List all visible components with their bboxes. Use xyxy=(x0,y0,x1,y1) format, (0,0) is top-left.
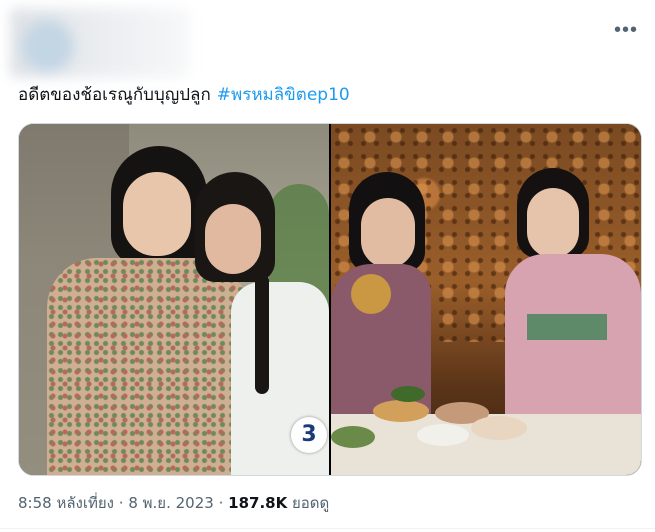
separator-dot-2: · xyxy=(218,494,224,512)
media-grid: 3 xyxy=(18,123,642,476)
author-header-blurred xyxy=(10,8,190,78)
tweet-body: อดีตของช้อเรณูกับบุญปลูก xyxy=(18,85,211,105)
hashtag-link[interactable]: #พรหมลิขิตep10 xyxy=(217,85,350,105)
bowl-5 xyxy=(331,426,375,448)
more-options-icon[interactable]: ••• xyxy=(613,20,639,42)
bowl-3 xyxy=(471,416,527,440)
bowl-4 xyxy=(417,424,469,446)
channel-logo: 3 xyxy=(291,417,327,453)
post-date[interactable]: 8 พ.ย. 2023 xyxy=(128,494,213,512)
photo-left[interactable]: 3 xyxy=(19,124,329,475)
post-time[interactable]: 8:58 หลังเที่ยง xyxy=(18,494,114,512)
face-second xyxy=(205,204,261,274)
braid xyxy=(255,274,269,394)
face-right-woman xyxy=(527,188,579,258)
floral-blouse xyxy=(47,258,247,475)
face-main xyxy=(123,172,191,256)
tweet-text: อดีตของช้อเรณูกับบุญปลูก #พรหมลิขิตep10 xyxy=(18,84,350,106)
photo-right[interactable] xyxy=(331,124,641,475)
bowl-1 xyxy=(373,400,429,422)
gold-necklace xyxy=(351,274,391,314)
separator-dot: · xyxy=(118,494,124,512)
divider xyxy=(0,528,655,529)
leaf-plate xyxy=(391,386,425,402)
face-left-woman xyxy=(361,198,415,268)
view-label: ยอดดู xyxy=(292,494,330,512)
green-sash xyxy=(527,314,607,340)
view-count: 187.8K xyxy=(228,494,288,512)
tweet-meta: 8:58 หลังเที่ยง · 8 พ.ย. 2023 · 187.8K ย… xyxy=(18,491,329,515)
